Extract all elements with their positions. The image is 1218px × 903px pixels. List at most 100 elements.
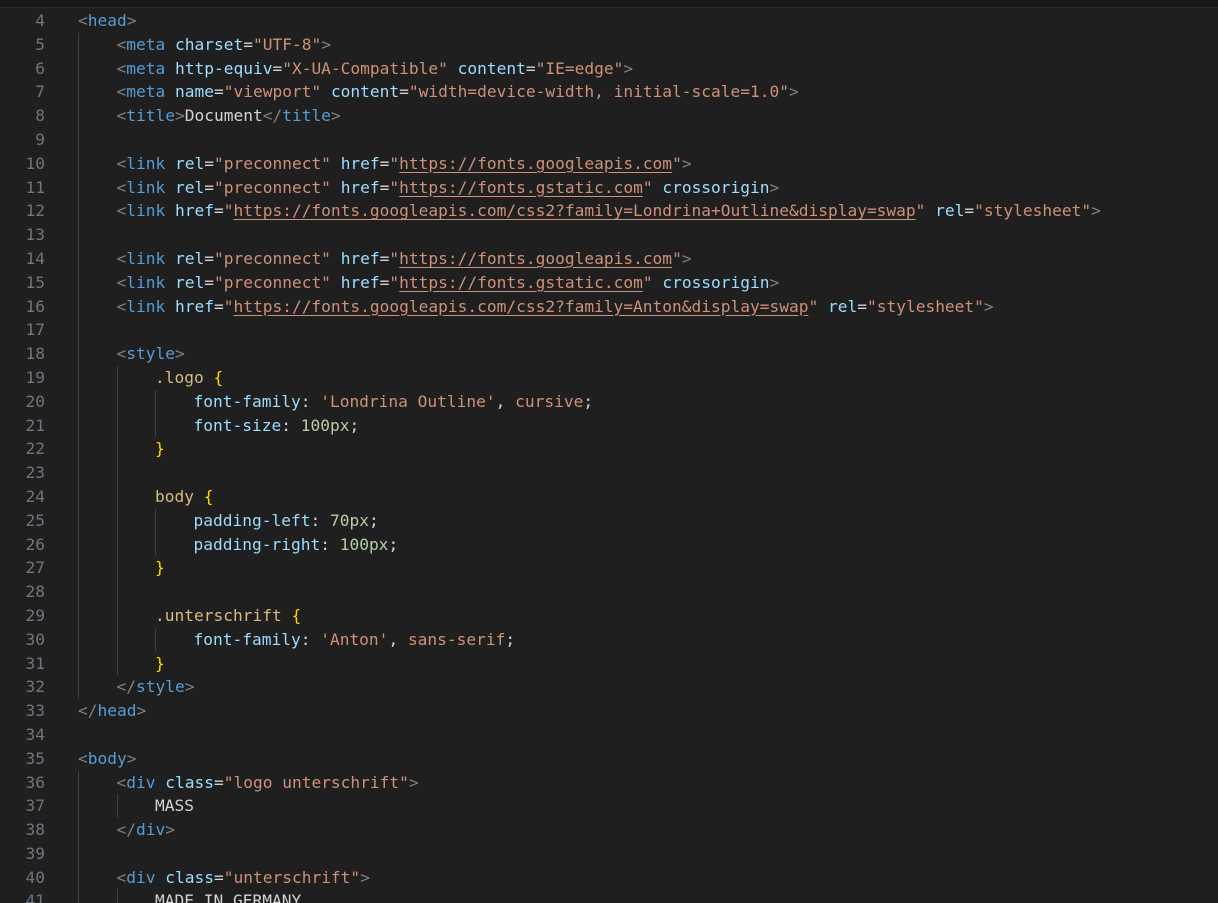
line-number: 17: [25, 320, 46, 340]
line-number: 30: [25, 629, 46, 649]
tag-bracket: <: [116, 177, 127, 197]
punctuation: [194, 487, 204, 506]
code-text: <div class="logo unterschrift">: [117, 771, 419, 795]
code-line[interactable]: 30 font-family: 'Anton', sans-serif;: [0, 627, 1218, 652]
code-line[interactable]: 15 <link rel="preconnect" href="https://f…: [0, 270, 1218, 295]
code-text: }: [155, 652, 165, 676]
code-line[interactable]: 29 .unterschrift {: [0, 603, 1218, 628]
code-line[interactable]: 23: [0, 461, 1218, 485]
indent-guide: [78, 770, 79, 795]
code-line[interactable]: 24 body {: [0, 484, 1218, 509]
indent-guide: [116, 437, 118, 462]
code-line[interactable]: 10 <link rel="preconnect" href="https://f…: [0, 151, 1218, 176]
code-line[interactable]: 31}: [0, 651, 1218, 676]
punctuation: =: [213, 296, 224, 316]
tag-bracket: <: [116, 106, 127, 126]
attribute-name: rel: [174, 177, 205, 197]
code-line[interactable]: 39: [0, 841, 1218, 866]
tag-bracket: >: [126, 11, 137, 30]
code-line[interactable]: 19 .logo {: [0, 365, 1218, 390]
line-number: 22: [25, 439, 46, 459]
tag-bracket: >: [321, 34, 331, 54]
code-line[interactable]: 21 font-size: 100px;: [0, 413, 1218, 438]
code-text: }: [155, 556, 165, 580]
code-editor[interactable]: 4 <head> 5 <meta charset="UTF-8"> 6 <meta htt…: [0, 0, 1218, 903]
punctuation: [818, 297, 828, 316]
attribute-value: ": [389, 272, 400, 292]
code-line[interactable]: 34: [0, 723, 1218, 747]
code-line[interactable]: 7 <meta name="viewport" content="width=de…: [0, 80, 1218, 105]
attribute-value: ": [642, 177, 653, 197]
punctuation: [331, 249, 341, 268]
code-line[interactable]: 25 padding-left: 70px;: [0, 508, 1218, 533]
attribute-value: ": [672, 153, 682, 173]
code-line[interactable]: 37 MASS: [0, 794, 1218, 819]
tag-bracket: <: [116, 867, 127, 887]
attribute-value: "logo unterschrift": [223, 772, 409, 792]
code-line[interactable]: 33 </head>: [0, 699, 1218, 723]
code-line[interactable]: 16 <link href="https://fonts.googleapis.c…: [0, 294, 1218, 319]
punctuation: ;: [505, 629, 516, 649]
code-line[interactable]: 11 <link rel="preconnect" href="https://f…: [0, 175, 1218, 200]
code-line[interactable]: 18 <style>: [0, 342, 1218, 366]
punctuation: :: [281, 415, 301, 435]
css-brace: }: [155, 439, 165, 459]
punctuation: ;: [349, 415, 360, 435]
code-lines[interactable]: 4 <head> 5 <meta charset="UTF-8"> 6 <meta htt…: [0, 9, 1218, 903]
code-line[interactable]: 13: [0, 223, 1218, 247]
url-link[interactable]: https://fonts.googleapis.com/css2?family…: [233, 297, 808, 316]
css-brace: }: [155, 558, 165, 578]
text-content: Document: [184, 106, 263, 126]
code-line[interactable]: 26 padding-right: 100px;: [0, 532, 1218, 557]
url-link[interactable]: https://fonts.googleapis.com: [399, 154, 672, 173]
url-link[interactable]: https://fonts.googleapis.com/css2?family…: [233, 201, 915, 220]
attribute-name: rel: [935, 201, 965, 221]
code-line[interactable]: 4 <head>: [0, 9, 1218, 33]
indent-guide: [78, 175, 79, 200]
code-text: MASS: [155, 794, 194, 818]
code-line[interactable]: 38 </div>: [0, 818, 1218, 842]
attribute-value: ": [389, 177, 400, 197]
indent-guide: [78, 818, 79, 842]
url-link[interactable]: https://fonts.gstatic.com: [399, 178, 643, 197]
url-link[interactable]: https://fonts.gstatic.com: [399, 273, 643, 292]
punctuation: [331, 154, 341, 173]
punctuation: :: [300, 391, 321, 411]
tag-bracket: <: [116, 34, 127, 54]
attribute-name: charset: [174, 34, 244, 54]
punctuation: [331, 178, 341, 197]
line-number: 5: [35, 34, 45, 54]
code-line[interactable]: 32 </style>: [0, 675, 1218, 700]
code-line[interactable]: 20 font-family: 'Londrina Outline', cursi…: [0, 389, 1218, 414]
code-line[interactable]: 41 MADE IN GERMANY: [0, 889, 1218, 903]
tag-bracket: <: [116, 201, 127, 221]
code-line[interactable]: 40 <div class="unterschrift">: [0, 865, 1218, 890]
code-line[interactable]: 6 <meta http-equiv="X-UA-Compatible" cont…: [0, 56, 1218, 81]
tag-bracket: >: [174, 106, 185, 126]
code-line[interactable]: 17: [0, 318, 1218, 343]
indent-guide: [78, 651, 79, 676]
url-link[interactable]: https://fonts.googleapis.com: [399, 249, 672, 268]
code-line[interactable]: 12 <link href="https://fonts.googleapis.c…: [0, 199, 1218, 224]
code-line[interactable]: 36 <div class="logo unterschrift">: [0, 770, 1218, 795]
code-line[interactable]: 14 <link rel="preconnect" href="https://f…: [0, 246, 1218, 271]
line-number: 37: [25, 796, 46, 816]
code-line[interactable]: 5 <meta charset="UTF-8">: [0, 32, 1218, 57]
code-line[interactable]: 27}: [0, 556, 1218, 581]
code-line[interactable]: 28: [0, 580, 1218, 604]
indent-guide: [78, 841, 79, 866]
code-line[interactable]: 35 <body>: [0, 747, 1218, 771]
tag-bracket: <: [116, 153, 127, 173]
code-text: font-family: 'Anton', sans-serif;: [194, 628, 516, 652]
css-value: 'Londrina Outline': [320, 391, 496, 411]
code-text: <style>: [117, 342, 185, 366]
code-line[interactable]: 9: [0, 127, 1218, 152]
code-line[interactable]: 22}: [0, 437, 1218, 462]
code-line[interactable]: 8 <title>Document</title>: [0, 104, 1218, 128]
line-number: 16: [25, 296, 46, 316]
tag-bracket: <: [116, 82, 127, 102]
punctuation: ;: [368, 510, 379, 530]
code-text: <link rel="preconnect" href="https://fon…: [117, 271, 780, 295]
attribute-name: content: [457, 58, 526, 78]
attribute-name: href: [340, 272, 380, 292]
